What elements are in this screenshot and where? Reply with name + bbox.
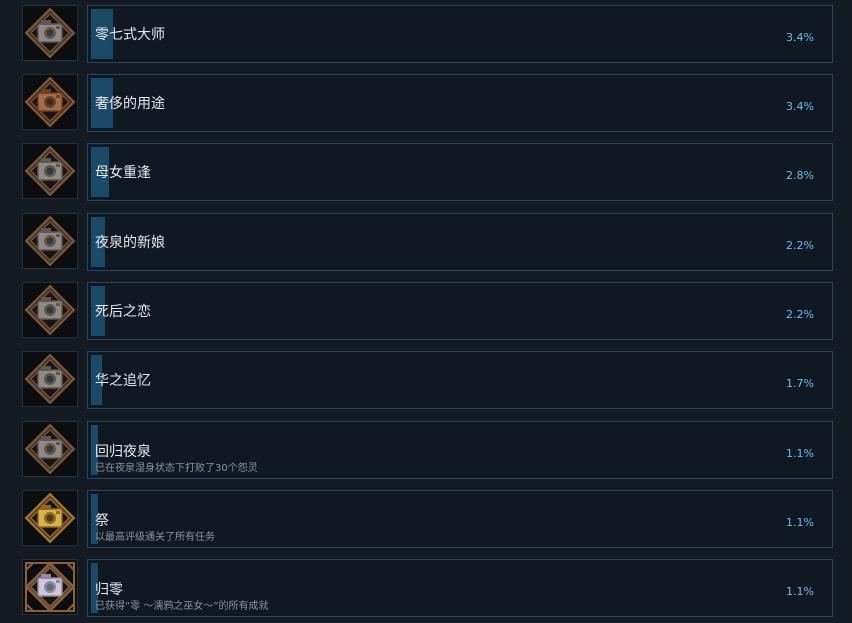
unlock-percent: 3.4% (786, 100, 814, 113)
achievement-title: 华之追忆 (95, 373, 151, 389)
achievement-row[interactable]: 死后之恋 2.2% (0, 282, 852, 340)
silver-camera-icon (22, 421, 78, 477)
achievement-card: 华之追忆 1.7% (87, 351, 833, 409)
achievement-card: 回归夜泉已在夜泉湿身状态下打败了30个怨灵 1.1% (87, 421, 833, 479)
achievement-title: 归零 (95, 582, 123, 598)
achievement-title: 奢侈的用途 (95, 96, 165, 112)
achievement-title: 死后之恋 (95, 304, 151, 320)
unlock-percent: 2.2% (786, 308, 814, 321)
unlock-percent: 1.1% (786, 516, 814, 529)
achievement-row[interactable]: 归零已获得“零 ～濡鸦之巫女～”的所有成就 1.1% (0, 559, 852, 617)
achievement-card: 死后之恋 2.2% (87, 282, 833, 340)
achievement-card: 母女重逢 2.8% (87, 143, 833, 201)
achievement-row[interactable]: 奢侈的用途 3.4% (0, 74, 852, 132)
achievement-row[interactable]: 祭以最高评级通关了所有任务 1.1% (0, 490, 852, 548)
achievement-row[interactable]: 零七式大师 3.4% (0, 5, 852, 63)
silver-camera-icon (22, 282, 78, 338)
achievement-row[interactable]: 夜泉的新娘 2.2% (0, 213, 852, 271)
achievement-row[interactable]: 华之追忆 1.7% (0, 351, 852, 409)
platinum-camera-icon (22, 559, 78, 615)
achievement-title: 零七式大师 (95, 27, 165, 43)
achievement-row[interactable]: 回归夜泉已在夜泉湿身状态下打败了30个怨灵 1.1% (0, 421, 852, 479)
achievement-title: 祭 (95, 513, 109, 529)
achievement-description: 已获得“零 ～濡鸦之巫女～”的所有成就 (95, 601, 269, 612)
achievement-title: 夜泉的新娘 (95, 235, 165, 251)
unlock-percent: 3.4% (786, 31, 814, 44)
achievement-description: 以最高评级通关了所有任务 (95, 532, 215, 543)
achievement-card: 零七式大师 3.4% (87, 5, 833, 63)
silver-camera-icon (22, 143, 78, 199)
achievement-title: 母女重逢 (95, 165, 151, 181)
unlock-percent: 2.2% (786, 239, 814, 252)
silver-camera-icon (22, 5, 78, 61)
unlock-percent: 1.1% (786, 585, 814, 598)
unlock-percent: 1.7% (786, 377, 814, 390)
unlock-percent: 2.8% (786, 169, 814, 182)
achievement-row[interactable]: 母女重逢 2.8% (0, 143, 852, 201)
silver-camera-icon (22, 351, 78, 407)
achievement-description: 已在夜泉湿身状态下打败了30个怨灵 (95, 463, 258, 474)
gold-camera-icon (22, 490, 78, 546)
achievement-card: 祭以最高评级通关了所有任务 1.1% (87, 490, 833, 548)
achievement-list: 零七式大师 3.4% 奢侈的用途 3.4% 母女重逢 2.8% 夜泉的新娘 2.2% 死后之恋 2… (0, 0, 852, 623)
achievement-card: 奢侈的用途 3.4% (87, 74, 833, 132)
achievement-card: 归零已获得“零 ～濡鸦之巫女～”的所有成就 1.1% (87, 559, 833, 617)
silver-camera-icon (22, 213, 78, 269)
achievement-title: 回归夜泉 (95, 444, 151, 460)
unlock-percent: 1.1% (786, 447, 814, 460)
achievement-card: 夜泉的新娘 2.2% (87, 213, 833, 271)
bronze-camera-icon (22, 74, 78, 130)
